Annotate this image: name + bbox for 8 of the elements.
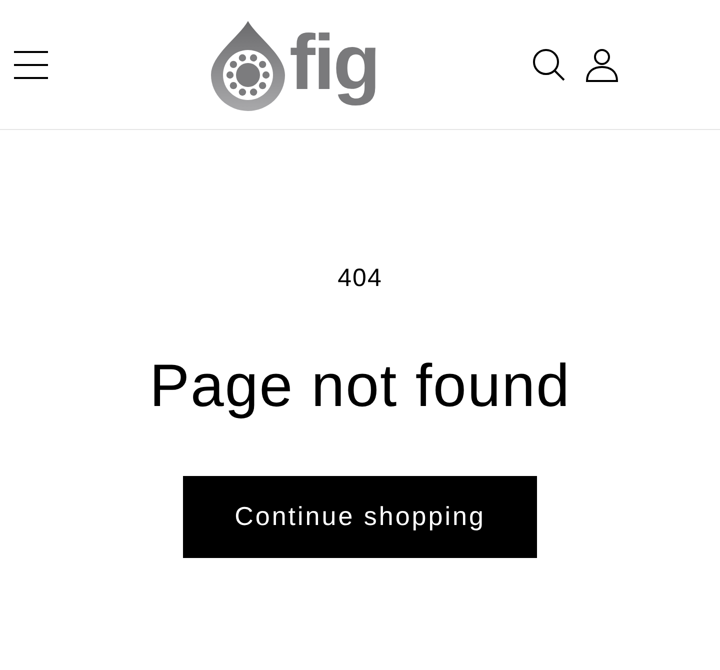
continue-shopping-button[interactable]: Continue shopping <box>183 476 537 558</box>
error-code: 404 <box>338 263 382 294</box>
drop-logo-icon <box>209 18 288 110</box>
menu-icon[interactable] <box>14 48 48 80</box>
logo-text: fig <box>289 22 379 106</box>
search-icon[interactable] <box>532 48 566 82</box>
logo[interactable]: fig <box>209 18 379 110</box>
account-icon[interactable] <box>586 48 618 82</box>
